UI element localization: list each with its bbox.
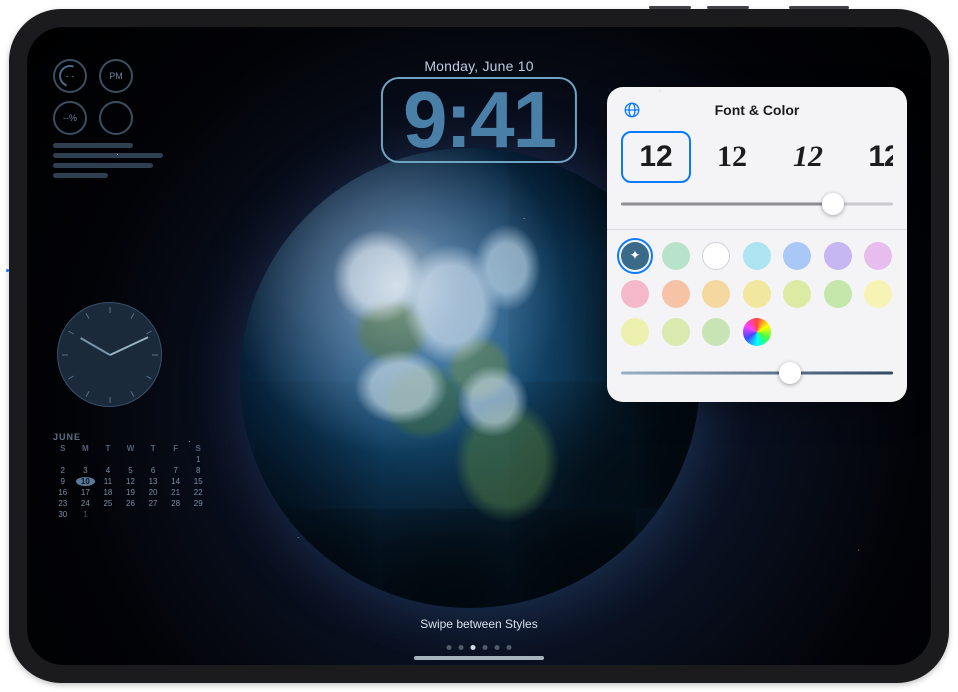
popover-title: Font & Color — [715, 102, 800, 118]
globe-icon[interactable] — [621, 99, 643, 121]
divider — [607, 229, 907, 230]
weight-slider[interactable] — [621, 191, 893, 217]
widget-empty[interactable] — [99, 101, 133, 135]
color-swatch[interactable] — [621, 280, 649, 308]
color-swatch[interactable] — [864, 280, 892, 308]
font-option[interactable]: 12 — [697, 131, 767, 183]
calendar-day[interactable]: 22 — [188, 488, 208, 497]
widget-analog-clock[interactable] — [57, 302, 162, 407]
calendar-day[interactable]: 24 — [76, 499, 96, 508]
vibrance-slider[interactable] — [621, 360, 893, 386]
color-swatch[interactable] — [783, 242, 811, 270]
widget-umbrella[interactable]: --% — [53, 101, 87, 135]
lockscreen-date[interactable]: Monday, June 10 — [27, 58, 931, 74]
font-option[interactable]: 12 — [773, 131, 843, 183]
color-swatch[interactable] — [824, 280, 852, 308]
widget-calendar[interactable]: JUNE SMTWTFS1234567891011121314151617181… — [53, 432, 208, 519]
calendar-day[interactable]: 7 — [166, 466, 186, 475]
calendar-day[interactable]: 17 — [76, 488, 96, 497]
page-dot[interactable] — [507, 645, 512, 650]
font-option[interactable]: 12 — [621, 131, 691, 183]
home-indicator[interactable] — [414, 656, 544, 660]
calendar-day[interactable]: 11 — [98, 477, 118, 486]
calendar-day[interactable]: 25 — [98, 499, 118, 508]
calendar-day[interactable]: 30 — [53, 510, 73, 519]
color-swatch[interactable] — [743, 242, 771, 270]
power-button[interactable] — [789, 6, 849, 9]
calendar-day[interactable]: 12 — [121, 477, 141, 486]
calendar-day[interactable]: 29 — [188, 499, 208, 508]
color-swatch[interactable] — [621, 318, 649, 346]
color-swatch[interactable] — [662, 318, 690, 346]
calendar-day[interactable]: 10 — [76, 477, 96, 486]
color-swatch-grid — [621, 242, 893, 346]
page-dot[interactable] — [459, 645, 464, 650]
calendar-day[interactable]: 8 — [188, 466, 208, 475]
calendar-day[interactable]: 9 — [53, 477, 73, 486]
calendar-day[interactable]: 15 — [188, 477, 208, 486]
calendar-weekday: S — [53, 444, 73, 453]
color-swatch[interactable] — [702, 318, 730, 346]
side-indicator — [6, 269, 9, 272]
page-dot[interactable] — [471, 645, 476, 650]
calendar-day[interactable]: 27 — [143, 499, 163, 508]
page-dot[interactable] — [495, 645, 500, 650]
calendar-day[interactable]: 26 — [121, 499, 141, 508]
calendar-day[interactable]: 18 — [98, 488, 118, 497]
page-dot[interactable] — [483, 645, 488, 650]
color-swatch[interactable] — [824, 242, 852, 270]
page-dots[interactable] — [447, 645, 512, 650]
font-color-popover: Font & Color 12121212 — [607, 87, 907, 402]
page-dot[interactable] — [447, 645, 452, 650]
calendar-month: JUNE — [53, 432, 208, 442]
volume-buttons[interactable] — [649, 6, 749, 9]
calendar-day[interactable]: 14 — [166, 477, 186, 486]
calendar-day[interactable]: 2 — [53, 466, 73, 475]
calendar-day[interactable]: 16 — [53, 488, 73, 497]
lockscreen-time: 9:41 — [403, 79, 555, 161]
calendar-day[interactable]: 4 — [98, 466, 118, 475]
calendar-day[interactable]: 20 — [143, 488, 163, 497]
calendar-weekday: M — [76, 444, 96, 453]
calendar-day[interactable]: 5 — [121, 466, 141, 475]
calendar-weekday: S — [188, 444, 208, 453]
calendar-day[interactable]: 28 — [166, 499, 186, 508]
color-swatch[interactable] — [783, 280, 811, 308]
color-swatch[interactable] — [662, 280, 690, 308]
lockscreen-clock-editbox[interactable]: 9:41 — [381, 77, 577, 163]
color-swatch[interactable] — [621, 242, 649, 270]
calendar-day[interactable]: 23 — [53, 499, 73, 508]
color-swatch[interactable] — [662, 242, 690, 270]
widget-umbrella-text: --% — [63, 113, 77, 123]
calendar-day[interactable]: 13 — [143, 477, 163, 486]
color-picker-swatch[interactable] — [743, 318, 771, 346]
color-swatch[interactable] — [864, 242, 892, 270]
calendar-weekday: F — [166, 444, 186, 453]
calendar-day[interactable]: 21 — [166, 488, 186, 497]
widget-panel[interactable]: - - PM --% — [53, 59, 218, 183]
calendar-weekday: T — [98, 444, 118, 453]
widget-moon-text: PM — [109, 71, 123, 81]
color-swatch[interactable] — [702, 242, 730, 270]
font-option[interactable]: 12 — [849, 131, 893, 183]
swipe-hint: Swipe between Styles — [27, 617, 931, 631]
ipad-frame: Monday, June 10 9:41 - - PM --% JUNE SMT… — [9, 9, 949, 683]
wallpaper-earth — [240, 148, 700, 608]
font-style-row: 12121212 — [621, 131, 893, 183]
calendar-weekday: W — [121, 444, 141, 453]
widget-gauge[interactable]: - - — [53, 59, 87, 93]
widget-moon[interactable]: PM — [99, 59, 133, 93]
calendar-day[interactable]: 6 — [143, 466, 163, 475]
calendar-day[interactable]: 3 — [76, 466, 96, 475]
calendar-day[interactable]: 19 — [121, 488, 141, 497]
widget-gauge-text: - - — [66, 71, 75, 81]
color-swatch[interactable] — [743, 280, 771, 308]
widget-text-placeholder — [53, 143, 218, 178]
color-swatch[interactable] — [702, 280, 730, 308]
calendar-day[interactable]: 1 — [188, 455, 208, 464]
calendar-weekday: T — [143, 444, 163, 453]
lock-screen[interactable]: Monday, June 10 9:41 - - PM --% JUNE SMT… — [27, 27, 931, 665]
